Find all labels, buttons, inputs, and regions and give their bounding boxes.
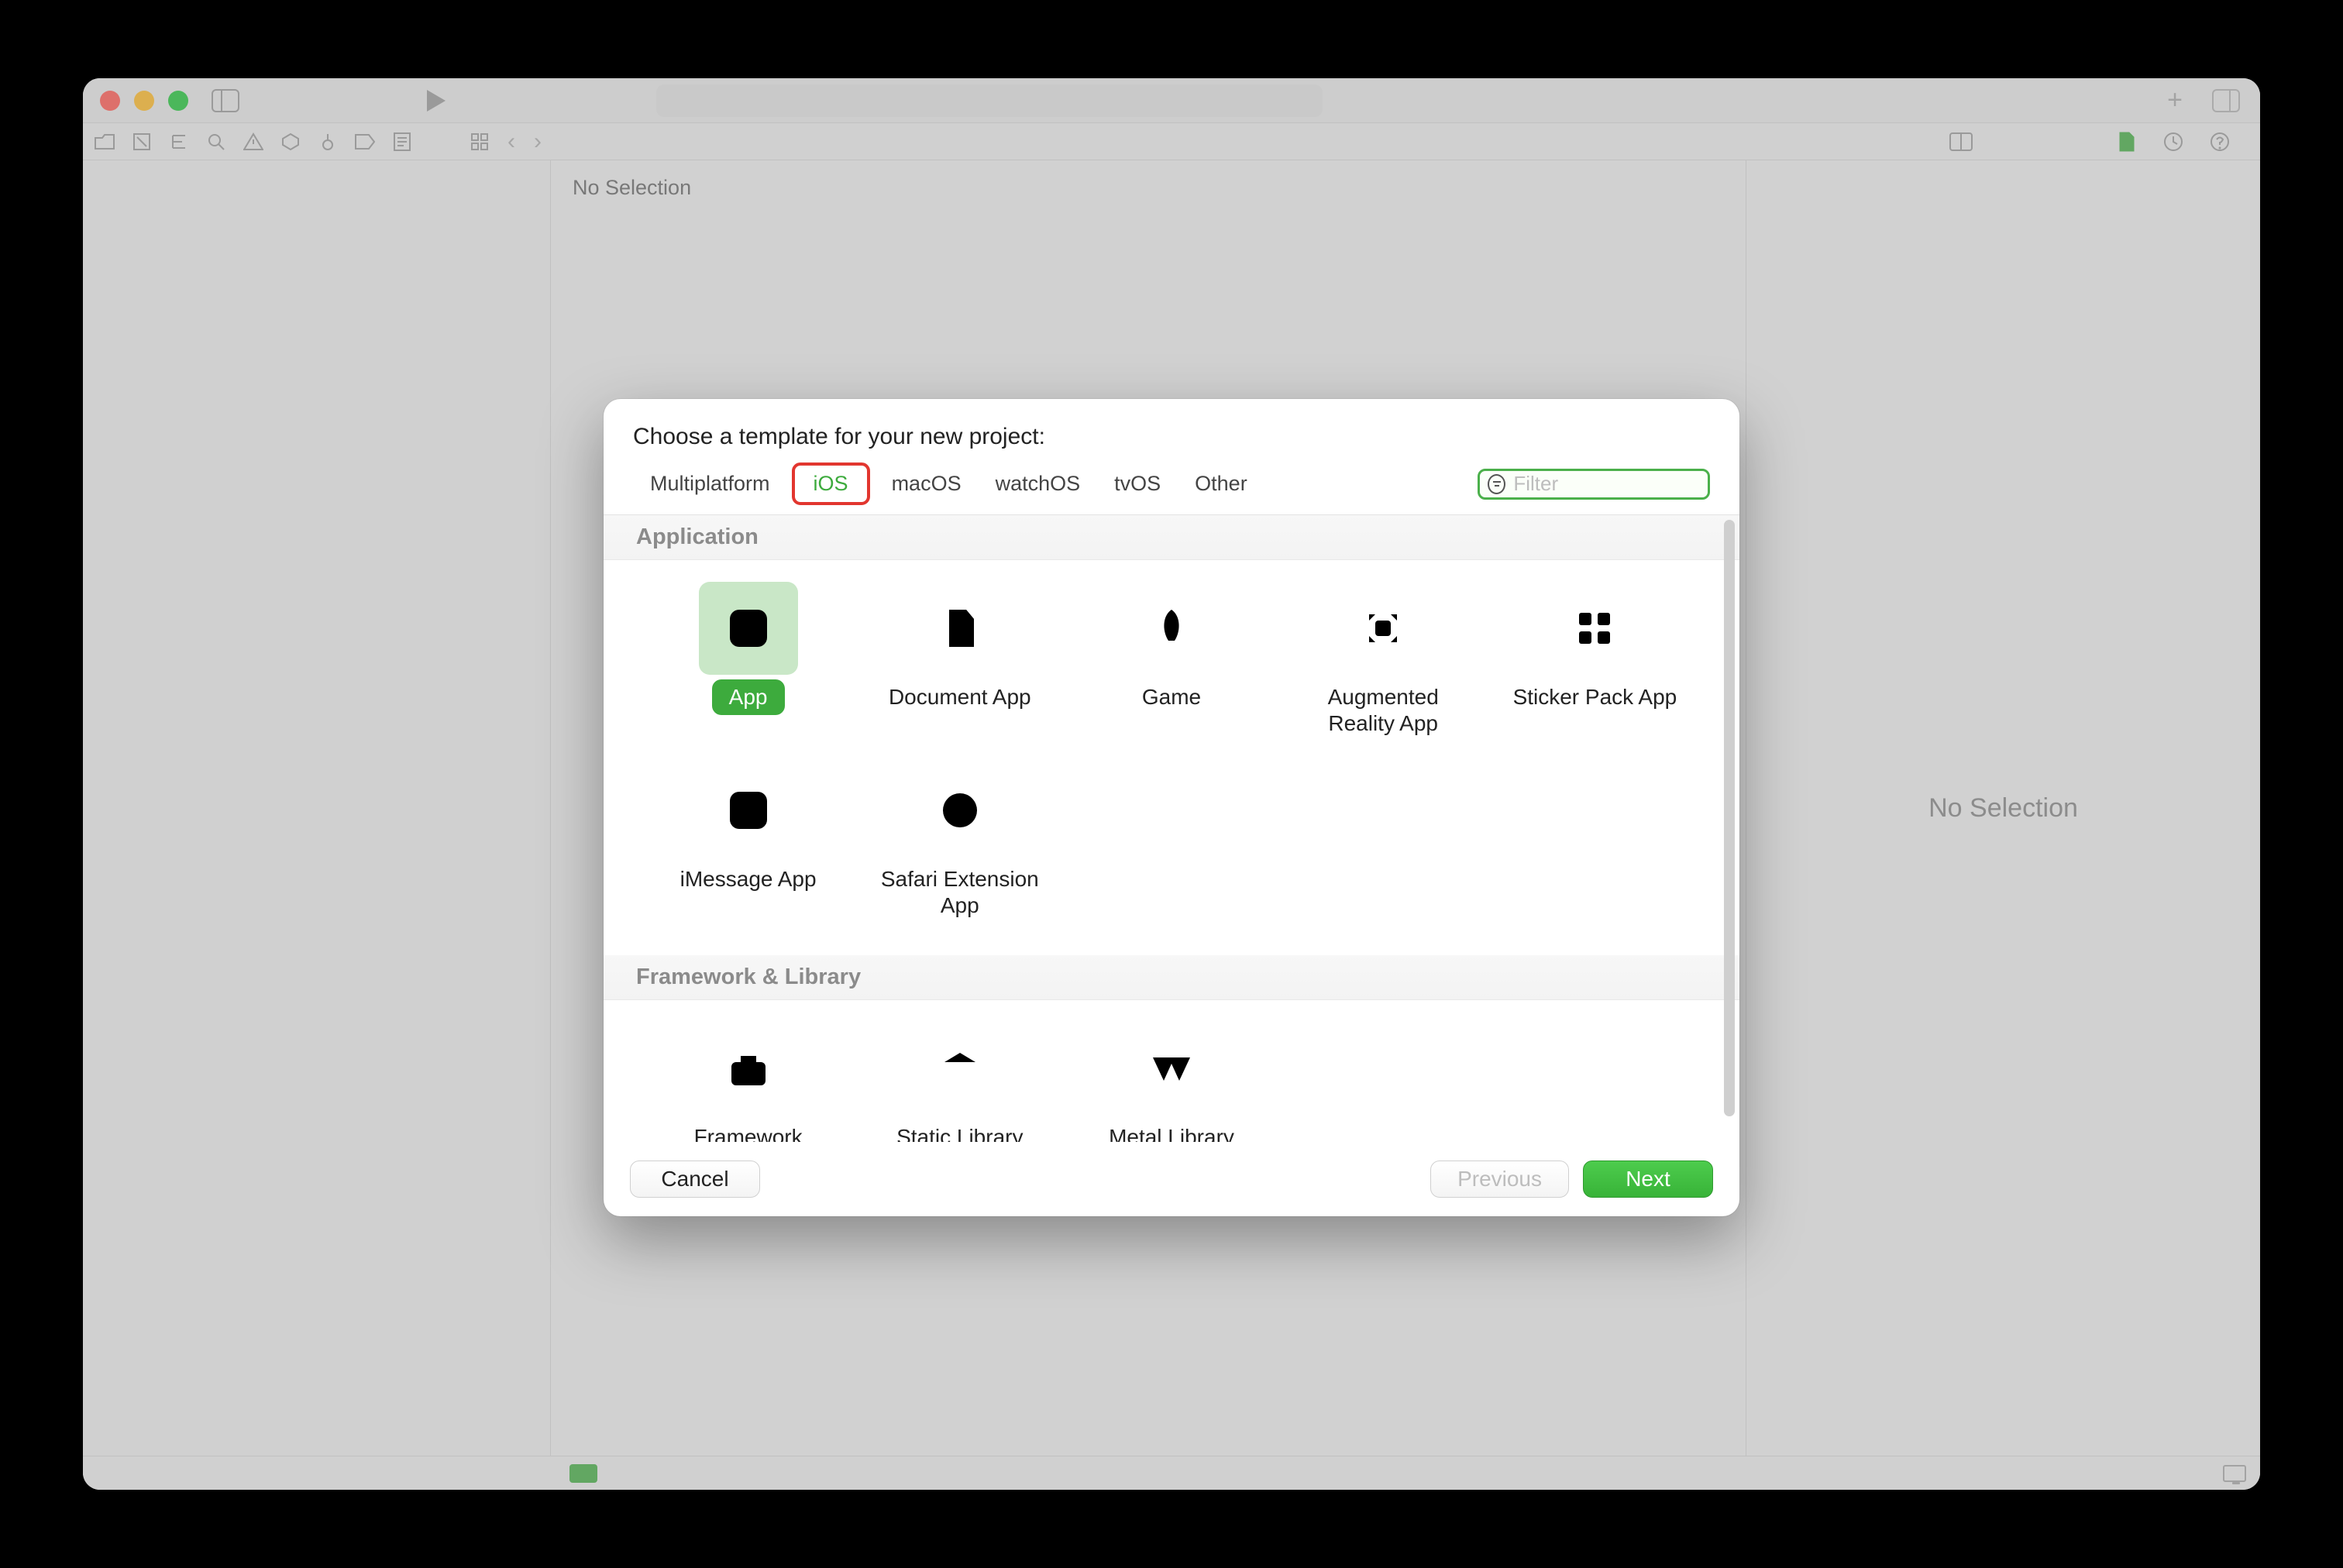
minimize-window-button[interactable] [134,91,154,111]
toolbar-address-field[interactable] [656,84,1323,117]
library-button[interactable]: + [2167,85,2183,115]
breakpoint-nav-icon[interactable] [353,129,377,154]
template-label: Sticker Pack App [1496,679,1694,715]
issue-nav-icon[interactable] [241,129,266,154]
template-label: Document App [872,679,1048,715]
next-button[interactable]: Next [1583,1161,1713,1198]
filter-field[interactable] [1478,469,1710,500]
titlebar: + [83,78,2260,123]
template-imessage-app[interactable]: iMessage App [642,756,854,930]
template-sticker-pack[interactable]: Sticker Pack App [1489,574,1701,748]
library-icon [935,1044,985,1093]
metal-icon [1147,1044,1196,1093]
test-nav-icon[interactable] [278,129,303,154]
tab-multiplatform[interactable]: Multiplatform [633,467,787,500]
report-nav-icon[interactable] [390,129,415,154]
template-label: Augmented Reality App [1311,679,1456,741]
scrollbar[interactable] [1724,520,1735,1116]
template-app[interactable]: App [642,574,854,748]
tab-other[interactable]: Other [1178,467,1264,500]
filter-input[interactable] [1513,472,1700,496]
template-label: Metal Library [1092,1119,1251,1142]
new-project-sheet: Choose a template for your new project: … [604,399,1739,1216]
help-inspector-icon[interactable] [2207,129,2232,154]
inspector-pane: No Selection [1746,160,2260,1456]
toggle-inspector-button[interactable] [2212,89,2240,112]
previous-button[interactable]: Previous [1430,1161,1569,1198]
variables-view-toggle-icon[interactable] [2223,1465,2246,1482]
navigator-toolbar: ‹ › [83,123,2260,160]
app-icon [724,603,773,653]
status-bar [83,1456,2260,1490]
toolbox-icon [724,1044,773,1093]
zoom-window-button[interactable] [168,91,188,111]
file-inspector-icon[interactable] [2114,129,2139,154]
template-label: iMessage App [663,861,834,897]
template-safari-ext[interactable]: Safari Extension App [854,756,1065,930]
cancel-button[interactable]: Cancel [630,1161,760,1198]
template-static-library[interactable]: Static Library [854,1014,1065,1142]
section-header-framework: Framework & Library [604,955,1739,1000]
tab-tvos[interactable]: tvOS [1097,467,1178,500]
xcode-window: + ‹ › No Selection No Selection [83,78,2260,1490]
run-button[interactable] [425,88,447,113]
toggle-navigator-button[interactable] [212,89,239,112]
source-control-nav-icon[interactable] [129,129,154,154]
sheet-title: Choose a template for your new project: [604,399,1739,467]
scrollbar-thumb[interactable] [1724,520,1735,1116]
sheet-footer: Cancel Previous Next [604,1142,1739,1216]
filter-pill-icon[interactable] [569,1464,597,1483]
template-list[interactable]: Application App Document App Game Augmen… [604,515,1739,1142]
editor-grid-icon[interactable] [467,129,492,154]
section-header-application: Application [604,515,1739,560]
compass-icon [935,786,985,835]
history-inspector-icon[interactable] [2161,129,2186,154]
forward-button[interactable]: › [531,129,545,155]
template-label: Game [1125,679,1218,715]
assistant-editor-icon[interactable] [1949,129,1973,154]
close-window-button[interactable] [100,91,120,111]
platform-tabs: Multiplatform iOS macOS watchOS tvOS Oth… [604,467,1739,515]
template-label: Safari Extension App [864,861,1056,923]
template-label: Static Library [879,1119,1040,1142]
tab-macos[interactable]: macOS [875,467,979,500]
tab-watchos[interactable]: watchOS [979,467,1098,500]
document-icon [935,603,985,653]
template-ar-app[interactable]: Augmented Reality App [1278,574,1489,748]
template-game[interactable]: Game [1065,574,1277,748]
template-label: App [712,679,785,715]
filter-icon [1488,474,1505,494]
no-selection-label: No Selection [551,160,1746,215]
template-document-app[interactable]: Document App [854,574,1065,748]
grid-icon [1570,603,1619,653]
app-icon [724,786,773,835]
project-nav-icon[interactable] [92,129,117,154]
tab-ios[interactable]: iOS [796,467,865,500]
template-metal-library[interactable]: Metal Library [1065,1014,1277,1142]
symbol-nav-icon[interactable] [167,129,191,154]
debug-nav-icon[interactable] [315,129,340,154]
ar-icon [1358,603,1408,653]
back-button[interactable]: ‹ [504,129,518,155]
template-label: Framework [677,1119,820,1142]
template-framework[interactable]: Framework [642,1014,854,1142]
find-nav-icon[interactable] [204,129,229,154]
rocket-icon [1147,603,1196,653]
navigator-pane [83,160,551,1456]
